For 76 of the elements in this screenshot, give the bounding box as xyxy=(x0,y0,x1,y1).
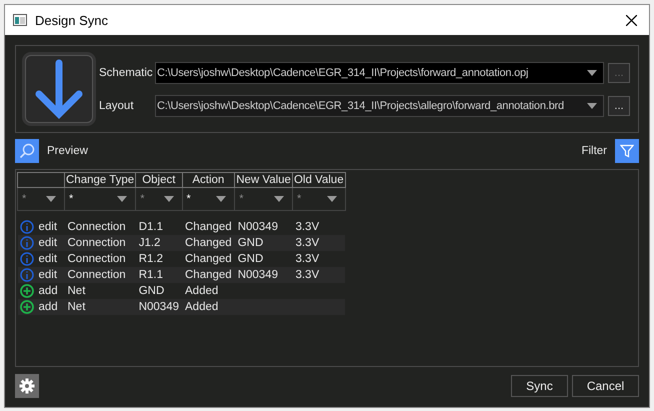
cancel-button[interactable]: Cancel xyxy=(572,375,639,397)
close-icon xyxy=(626,14,637,26)
table-cell: Changed xyxy=(185,269,232,281)
sync-direction-button[interactable] xyxy=(25,55,93,123)
column-filter-dropdown[interactable]: * xyxy=(235,189,292,209)
table-cell: R1.2 xyxy=(138,253,163,265)
table-cell: Net xyxy=(68,301,86,313)
caret-icon xyxy=(216,196,226,202)
table-cell: R1.1 xyxy=(138,269,163,281)
caret-icon xyxy=(587,102,597,108)
plus-circle-icon xyxy=(20,284,34,298)
preview-label: Preview xyxy=(47,145,88,157)
table-cell: 3.3V xyxy=(295,269,320,281)
column-filter-dropdown[interactable]: * xyxy=(182,189,234,209)
table-cell: Changed xyxy=(185,253,232,265)
caret-icon xyxy=(326,196,337,202)
table-cell: N00349 xyxy=(238,221,278,233)
browse-button[interactable]: ... xyxy=(608,96,630,116)
column-filter-dropdown[interactable]: * xyxy=(292,189,345,209)
table-cell-text: edit xyxy=(38,268,58,283)
table-cell: 3.3V xyxy=(295,237,320,249)
column-filter-dropdown[interactable]: * xyxy=(18,189,64,209)
column-filter-dropdown[interactable]: * xyxy=(136,189,182,209)
column-header[interactable]: Old Value xyxy=(292,172,346,188)
info-icon xyxy=(20,268,34,282)
table-cell: Added xyxy=(185,301,218,313)
caret-icon xyxy=(46,196,56,202)
table-cell: Changed xyxy=(185,221,232,233)
column-header[interactable]: New Value xyxy=(234,172,292,188)
filter-label: Filter xyxy=(581,145,607,157)
column-filter-dropdown[interactable]: * xyxy=(65,189,136,209)
path-label: Schematic xyxy=(99,66,151,78)
table-cell: J1.2 xyxy=(138,237,160,249)
caret-icon xyxy=(117,196,128,202)
table-cell: Added xyxy=(185,285,218,297)
info-icon xyxy=(20,220,34,234)
funnel-icon xyxy=(620,144,634,158)
caret-icon xyxy=(164,196,174,202)
table-cell: GND xyxy=(238,253,264,265)
table-cell: GND xyxy=(238,237,264,249)
table-cell: 3.3V xyxy=(295,221,320,233)
preview-button[interactable] xyxy=(15,139,39,163)
table-cell: 3.3V xyxy=(295,253,320,265)
table-cell: D1.1 xyxy=(138,221,163,233)
settings-icon xyxy=(19,378,35,394)
table-cell-text: add xyxy=(38,284,58,299)
plus-circle-icon xyxy=(20,300,34,314)
table-cell: N00349 xyxy=(138,301,179,313)
column-header[interactable]: Change Type xyxy=(64,172,136,188)
table-cell: Connection xyxy=(68,237,126,249)
window-title: Design Sync xyxy=(35,12,109,28)
caret-icon xyxy=(587,70,597,76)
path-label: Layout xyxy=(99,100,135,112)
column-header[interactable]: Action xyxy=(182,172,235,188)
filter-button[interactable] xyxy=(615,139,639,163)
info-icon xyxy=(20,236,34,250)
caret-icon xyxy=(274,196,284,202)
table-cell: Changed xyxy=(185,237,232,249)
table-cell: GND xyxy=(138,285,164,297)
table-cell: Connection xyxy=(68,253,126,265)
table-cell-text: edit xyxy=(38,220,58,235)
app-icon xyxy=(13,14,27,26)
table-cell-text: add xyxy=(38,300,58,315)
settings-button[interactable] xyxy=(15,374,39,398)
search-icon xyxy=(19,143,35,159)
sync-button[interactable]: Sync xyxy=(511,375,568,397)
table-cell: Connection xyxy=(68,269,126,281)
info-icon xyxy=(20,252,34,266)
table-cell: N00349 xyxy=(238,269,278,281)
table-cell-text: edit xyxy=(38,252,58,267)
table-cell: Net xyxy=(68,285,86,297)
column-header[interactable]: Object xyxy=(136,172,182,188)
table-cell-text: edit xyxy=(38,236,58,251)
table-cell: Connection xyxy=(68,221,126,233)
path-dropdown[interactable]: C:\Users\joshw\Desktop\Cadence\EGR_314_II\Projects\forward_annotation.opj xyxy=(155,62,604,84)
path-dropdown[interactable]: C:\Users\joshw\Desktop\Cadence\EGR_314_II\Projects\allegro\forward_annotation.brd xyxy=(155,94,604,116)
